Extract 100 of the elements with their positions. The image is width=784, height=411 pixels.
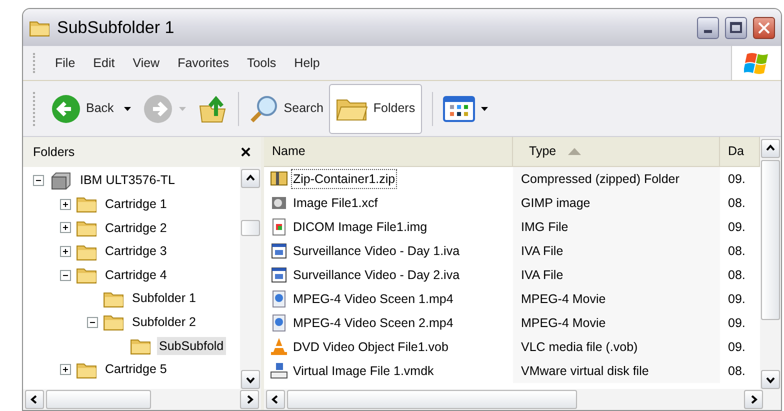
- scrollbar-thumb[interactable]: [241, 220, 260, 236]
- tree-item[interactable]: Cartridge 2: [103, 218, 169, 238]
- file-name[interactable]: MPEG-4 Video Sceen 2.mp4: [291, 312, 456, 334]
- scroll-left-button[interactable]: [266, 390, 285, 409]
- scrollbar-thumb[interactable]: [46, 390, 151, 409]
- tree-item[interactable]: SubSubfold: [157, 336, 226, 356]
- file-icon: [269, 265, 289, 285]
- folder-icon: [76, 360, 98, 379]
- folders-button[interactable]: Folders: [329, 84, 422, 134]
- close-pane-button[interactable]: ×: [240, 143, 251, 161]
- folder-icon: [29, 18, 51, 36]
- file-date: 08.: [727, 194, 746, 212]
- menu-item[interactable]: File: [47, 54, 84, 72]
- file-name[interactable]: DICOM Image File1.img: [291, 216, 430, 238]
- scrollbar-thumb[interactable]: [761, 160, 780, 320]
- folder-icon: [76, 242, 98, 261]
- chevron-icon: [246, 375, 255, 384]
- folder-icon: [76, 266, 98, 284]
- expand-icon[interactable]: [60, 222, 71, 234]
- file-date: 08.: [727, 266, 746, 284]
- file-icon: [269, 241, 289, 261]
- drive-icon: [49, 172, 73, 190]
- file-type: VLC media file (.vob): [521, 338, 638, 356]
- file-date: 09.: [727, 218, 746, 236]
- file-date: 09.: [727, 290, 746, 308]
- file-icon: [269, 361, 289, 381]
- file-type: MPEG-4 Movie: [521, 314, 606, 332]
- search-icon: [248, 94, 279, 124]
- tree-item[interactable]: Cartridge 5: [103, 360, 169, 379]
- dropdown-caret-icon[interactable]: [124, 106, 131, 110]
- tree-item[interactable]: Cartridge 3: [103, 242, 169, 261]
- chevron-icon: [245, 395, 254, 404]
- file-name[interactable]: Virtual Image File 1.vmdk: [291, 360, 436, 382]
- menu-item[interactable]: View: [124, 54, 168, 72]
- file-name[interactable]: Zip-Container1.zip: [291, 168, 398, 190]
- folder-up-icon[interactable]: [198, 94, 228, 124]
- views-icon[interactable]: [443, 96, 476, 122]
- folder-icon: [103, 313, 125, 332]
- scrollbar-thumb[interactable]: [287, 390, 577, 409]
- folder-icon: [76, 218, 98, 237]
- file-date: 09.: [727, 170, 746, 188]
- scroll-up-button[interactable]: [761, 139, 780, 158]
- collapse-icon[interactable]: [87, 316, 98, 328]
- flag-logo-icon: [744, 51, 770, 75]
- expand-icon[interactable]: [60, 364, 71, 376]
- sort-ascending-icon: [568, 148, 582, 155]
- file-name[interactable]: Surveillance Video - Day 2.iva: [291, 264, 462, 286]
- tree-item[interactable]: IBM ULT3576-TL: [78, 171, 177, 190]
- tree-item[interactable]: Subfolder 1: [130, 289, 198, 308]
- folder-icon: [103, 290, 125, 308]
- file-icon: [269, 337, 289, 357]
- vertical-scrollbar[interactable]: [240, 167, 261, 389]
- column-header[interactable]: Name: [264, 137, 513, 166]
- file-name[interactable]: DVD Video Object File1.vob: [291, 336, 450, 358]
- collapse-icon[interactable]: [60, 270, 71, 281]
- expand-icon[interactable]: [60, 246, 71, 258]
- chevron-icon: [766, 144, 775, 153]
- scroll-down-button[interactable]: [241, 370, 260, 389]
- file-date: 08.: [727, 362, 746, 380]
- file-name[interactable]: MPEG-4 Video Sceen 1.mp4: [291, 288, 456, 310]
- back-button[interactable]: Back: [51, 94, 114, 124]
- file-type: GIMP image: [521, 194, 590, 212]
- menu-item[interactable]: Help: [286, 54, 328, 72]
- chevron-icon: [30, 395, 39, 404]
- chevron-icon: [749, 395, 758, 404]
- collapse-icon[interactable]: [33, 175, 44, 186]
- close-icon: [758, 22, 770, 34]
- file-date: 08.: [727, 242, 746, 260]
- chevron-icon: [246, 174, 255, 183]
- file-name[interactable]: Surveillance Video - Day 1.iva: [291, 240, 462, 262]
- folder-icon: [130, 336, 152, 355]
- chevron-icon: [271, 395, 280, 404]
- expand-icon[interactable]: [60, 198, 71, 210]
- menu-item[interactable]: Favorites: [170, 54, 237, 72]
- window-title: SubSubfolder 1: [57, 16, 176, 39]
- scroll-left-button[interactable]: [25, 390, 44, 409]
- tree-item[interactable]: Cartridge 4: [103, 266, 169, 285]
- file-type: IVA File: [521, 266, 564, 284]
- file-name[interactable]: Image File1.xcf: [291, 192, 380, 214]
- vertical-scrollbar[interactable]: [760, 137, 781, 389]
- menu-item[interactable]: Tools: [238, 54, 284, 72]
- file-type: MPEG-4 Movie: [521, 290, 606, 308]
- file-date: 09.: [727, 338, 746, 356]
- scroll-up-button[interactable]: [241, 169, 260, 188]
- tree-item[interactable]: Cartridge 1: [103, 195, 169, 214]
- minimize-button[interactable]: [697, 16, 719, 38]
- maximize-button[interactable]: [725, 16, 747, 38]
- file-type: Compressed (zipped) Folder: [521, 170, 680, 188]
- dropdown-caret-icon[interactable]: [481, 106, 488, 110]
- file-type: IVA File: [521, 242, 564, 260]
- menu-item[interactable]: Edit: [85, 54, 123, 72]
- scroll-down-button[interactable]: [761, 370, 780, 389]
- scroll-right-button[interactable]: [744, 390, 763, 409]
- file-type: IMG File: [521, 218, 568, 236]
- file-type: VMware virtual disk file: [521, 362, 649, 380]
- file-date: 09.: [727, 314, 746, 332]
- scroll-right-button[interactable]: [240, 390, 259, 409]
- search-button[interactable]: Search: [248, 94, 324, 124]
- tree-item[interactable]: Subfolder 2: [130, 312, 198, 332]
- close-button[interactable]: [753, 16, 775, 38]
